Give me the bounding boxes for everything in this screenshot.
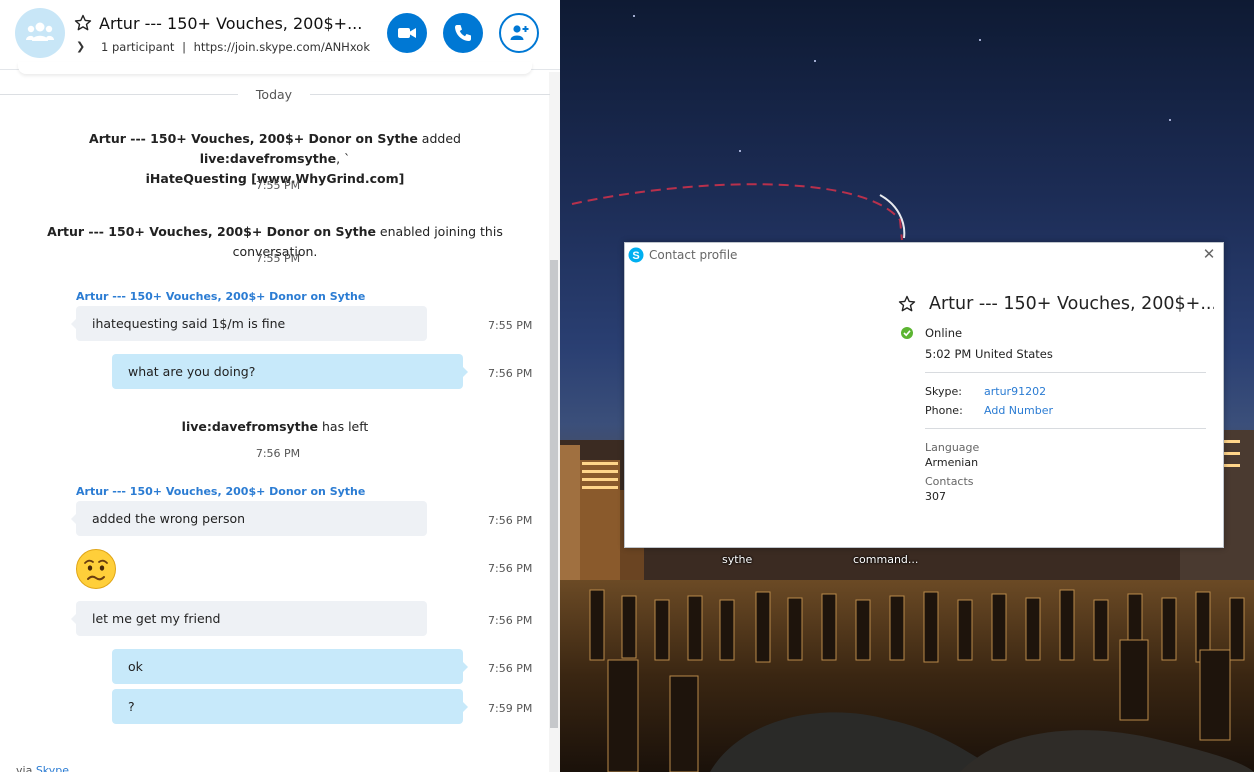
checkmark-icon (903, 330, 911, 337)
via-skype-footer: via Skype (16, 764, 69, 772)
window-title: Contact profile (649, 248, 738, 262)
phone-icon (455, 25, 471, 41)
desktop-icon-label-command[interactable]: command... (853, 553, 918, 566)
join-link[interactable]: https://join.skype.com/ANHxokR... (194, 40, 371, 54)
contacts-count: 307 (925, 490, 946, 503)
favorite-star-icon[interactable] (74, 14, 92, 32)
sender-name[interactable]: Artur --- 150+ Vouches, 200$+ Donor on S… (76, 485, 365, 498)
skype-chat-window: Artur --- 150+ Vouches, 200$+... ❯ 1 par… (0, 0, 560, 772)
subtitle-separator: | (182, 40, 186, 54)
add-number-link[interactable]: Add Number (984, 404, 1053, 417)
message-timestamp: 7:56 PM (488, 514, 533, 527)
group-icon (26, 22, 54, 41)
message-timestamp: 7:56 PM (488, 562, 533, 575)
outgoing-message-bubble[interactable]: ? (112, 689, 468, 724)
contacts-label: Contacts (925, 475, 974, 488)
skype-id-label: Skype: (925, 385, 962, 398)
conversation-header: Artur --- 150+ Vouches, 200$+... ❯ 1 par… (0, 0, 560, 70)
sender-name[interactable]: Artur --- 150+ Vouches, 200$+ Donor on S… (76, 290, 365, 303)
system-actor[interactable]: live:davefromsythe (182, 419, 318, 434)
day-divider-label: Today (255, 87, 293, 102)
message-timestamp: 7:55 PM (488, 319, 533, 332)
outgoing-message-bubble[interactable]: ok (112, 649, 468, 684)
skype-logo-icon: S (628, 247, 644, 263)
add-participant-button[interactable] (499, 13, 539, 53)
section-divider (925, 372, 1206, 373)
worried-face-emoji[interactable] (75, 548, 117, 590)
system-text: added (417, 131, 461, 146)
scrollbar-thumb[interactable] (550, 260, 558, 728)
conversation-title[interactable]: Artur --- 150+ Vouches, 200$+... (99, 14, 379, 33)
svg-text:S: S (632, 250, 639, 262)
desktop-icon-label-sythe[interactable]: sythe (722, 553, 752, 566)
add-person-icon (510, 25, 529, 40)
contact-profile-window: S Contact profile ✕ Artur --- 150+ Vouch… (624, 242, 1224, 548)
incoming-message-bubble[interactable]: ihatequesting said 1$/m is fine (71, 306, 427, 341)
audio-call-button[interactable] (443, 13, 483, 53)
system-actor[interactable]: Artur --- 150+ Vouches, 200$+ Donor on S… (47, 224, 376, 239)
language-value: Armenian (925, 456, 979, 469)
message-timestamp: 7:56 PM (488, 662, 533, 675)
message-timestamp: 7:56 PM (488, 614, 533, 627)
window-titlebar[interactable]: S Contact profile ✕ (625, 243, 1223, 267)
presence-status: Online (925, 326, 963, 340)
incoming-message-bubble[interactable]: let me get my friend (71, 601, 427, 636)
online-status-icon (901, 327, 913, 339)
participant-count[interactable]: 1 participant (101, 40, 174, 54)
conversation-subtitle: 1 participant | https://join.skype.com/A… (101, 40, 371, 54)
message-timestamp: 7:55 PM (255, 179, 301, 192)
system-text: has left (318, 419, 369, 434)
system-text: , ` (336, 151, 351, 166)
message-timestamp: 7:55 PM (255, 252, 301, 265)
skype-id-link[interactable]: artur91202 (984, 385, 1046, 398)
group-avatar[interactable] (15, 8, 65, 58)
pinned-card-edge (18, 62, 532, 74)
message-timestamp: 7:56 PM (488, 367, 533, 380)
message-timestamp: 7:59 PM (488, 702, 533, 715)
section-divider (925, 428, 1206, 429)
video-camera-icon (398, 28, 416, 38)
language-label: Language (925, 441, 980, 454)
system-actor[interactable]: Artur --- 150+ Vouches, 200$+ Donor on S… (89, 131, 418, 146)
skype-link[interactable]: Skype (36, 764, 69, 772)
system-message-left: live:davefromsythe has left (20, 417, 530, 437)
incoming-message-bubble[interactable]: added the wrong person (71, 501, 427, 536)
message-timestamp: 7:56 PM (255, 447, 301, 460)
system-target[interactable]: live:davefromsythe (200, 151, 336, 166)
video-call-button[interactable] (387, 13, 427, 53)
phone-label: Phone: (925, 404, 963, 417)
contact-display-name: Artur --- 150+ Vouches, 200$+... (929, 294, 1214, 314)
outgoing-message-bubble[interactable]: what are you doing? (112, 354, 468, 389)
close-icon[interactable]: ✕ (1201, 246, 1217, 262)
local-time: 5:02 PM United States (925, 347, 1053, 361)
via-text: via (16, 764, 36, 772)
favorite-star-icon[interactable] (898, 295, 916, 313)
day-divider-right (310, 94, 550, 95)
chevron-right-icon[interactable]: ❯ (76, 40, 85, 53)
day-divider-left (0, 94, 238, 95)
